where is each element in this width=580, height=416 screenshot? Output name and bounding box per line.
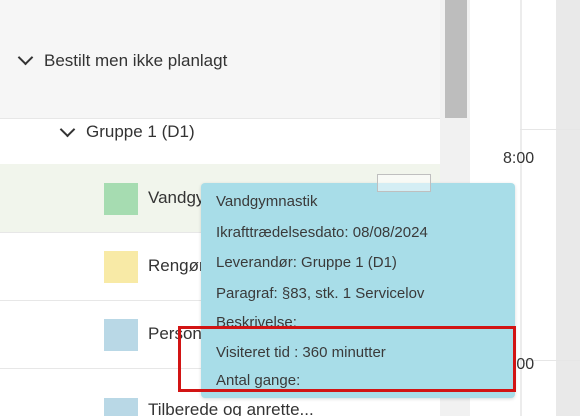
time-label: 8:00 bbox=[503, 150, 535, 167]
color-swatch bbox=[104, 319, 138, 351]
chevron-down-icon[interactable] bbox=[17, 49, 34, 66]
calendar-column[interactable] bbox=[556, 0, 580, 416]
tree-item-label: Tilberede og anrette... bbox=[148, 400, 314, 416]
tooltip-effective-date: Ikrafttrædelsesdato: 08/08/2024 bbox=[216, 224, 428, 241]
tree-group-label: Bestilt men ikke planlagt bbox=[44, 51, 228, 70]
underlying-item-box bbox=[377, 174, 431, 192]
tooltip-paragraph: Paragraf: §83, stk. 1 Servicelov bbox=[216, 285, 425, 302]
tooltip-supplier: Leverandør: Gruppe 1 (D1) bbox=[216, 254, 397, 271]
color-swatch bbox=[104, 398, 138, 416]
scrollbar-thumb[interactable] bbox=[445, 0, 467, 118]
calendar-gridline bbox=[520, 0, 522, 416]
tree-group-bestilt[interactable]: Bestilt men ikke planlagt bbox=[0, 0, 440, 119]
color-swatch bbox=[104, 183, 138, 215]
highlight-box bbox=[178, 326, 516, 392]
chevron-down-icon[interactable] bbox=[59, 121, 76, 138]
tree-subgroup-label: Gruppe 1 (D1) bbox=[86, 122, 195, 141]
tree-subgroup-gruppe1[interactable]: Gruppe 1 (D1) bbox=[0, 119, 440, 165]
tooltip-title: Vandgymnastik bbox=[216, 193, 318, 210]
color-swatch bbox=[104, 251, 138, 283]
calendar-hour-line bbox=[520, 129, 580, 130]
